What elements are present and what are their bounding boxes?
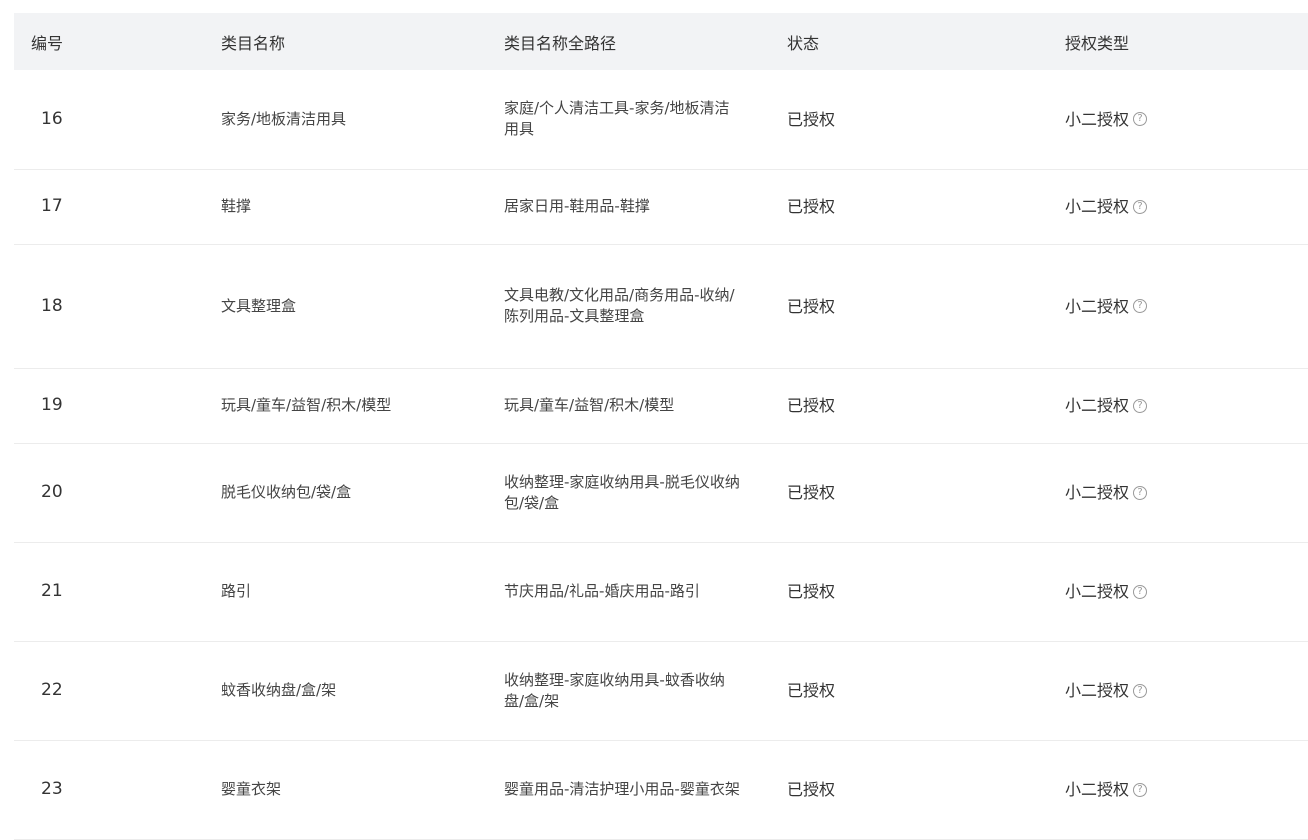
row-category-path: 收纳整理-家庭收纳用具-脱毛仪收纳包/袋/盒 <box>504 472 740 512</box>
table-header-row: 编号 类目名称 类目名称全路径 状态 授权类型 <box>14 13 1308 70</box>
row-id: 18 <box>41 295 63 316</box>
header-category-path: 类目名称全路径 <box>504 33 617 53</box>
row-auth-type: 小二授权 <box>1065 582 1130 601</box>
row-auth-type: 小二授权 <box>1065 681 1130 700</box>
table-row: 16 家务/地板清洁用具 家庭/个人清洁工具-家务/地板清洁用具 已授权 小二授… <box>14 70 1308 169</box>
row-auth-type: 小二授权 <box>1065 780 1130 799</box>
row-status: 已授权 <box>787 197 836 216</box>
question-circle-icon[interactable]: ? <box>1133 584 1148 599</box>
table-row: 18 文具整理盒 文具电教/文化用品/商务用品-收纳/陈列用品-文具整理盒 已授… <box>14 244 1308 368</box>
row-auth-type: 小二授权 <box>1065 396 1130 415</box>
row-status: 已授权 <box>787 109 836 129</box>
row-category-name: 路引 <box>221 582 252 600</box>
header-status: 状态 <box>787 33 820 53</box>
table-row: 22 蚊香收纳盘/盒/架 收纳整理-家庭收纳用具-蚊香收纳盘/盒/架 已授权 小… <box>14 641 1308 740</box>
row-category-name: 脱毛仪收纳包/袋/盒 <box>221 483 352 501</box>
row-category-path: 节庆用品/礼品-婚庆用品-路引 <box>504 582 700 600</box>
row-category-path: 收纳整理-家庭收纳用具-蚊香收纳盘/盒/架 <box>504 670 725 710</box>
row-auth-type-cell: 小二授权 ? <box>1048 740 1308 839</box>
table-row: 23 婴童衣架 婴童用品-清洁护理小用品-婴童衣架 已授权 小二授权 ? <box>14 740 1308 839</box>
row-auth-type-cell: 小二授权 ? <box>1048 244 1308 368</box>
question-circle-icon[interactable]: ? <box>1133 112 1148 127</box>
row-category-path: 婴童用品-清洁护理小用品-婴童衣架 <box>504 780 740 798</box>
row-category-name: 鞋撑 <box>221 197 252 215</box>
row-category-name: 婴童衣架 <box>221 780 282 798</box>
category-table: 编号 类目名称 类目名称全路径 状态 授权类型 16 家务/地板清洁用具 家庭/… <box>14 13 1308 840</box>
question-circle-icon[interactable]: ? <box>1133 485 1148 500</box>
category-table-container: 编号 类目名称 类目名称全路径 状态 授权类型 16 家务/地板清洁用具 家庭/… <box>14 13 1308 840</box>
row-id: 16 <box>41 108 63 129</box>
question-circle-icon[interactable]: ? <box>1133 398 1148 413</box>
row-category-path: 家庭/个人清洁工具-家务/地板清洁用具 <box>504 99 730 139</box>
question-circle-icon[interactable]: ? <box>1133 199 1148 214</box>
row-status: 已授权 <box>787 296 836 316</box>
row-id: 19 <box>41 395 63 415</box>
row-auth-type-cell: 小二授权 ? <box>1048 542 1308 641</box>
row-auth-type-cell: 小二授权 ? <box>1048 169 1308 244</box>
table-row: 19 玩具/童车/益智/积木/模型 玩具/童车/益智/积木/模型 已授权 小二授… <box>14 368 1308 443</box>
row-category-name: 文具整理盒 <box>221 296 297 315</box>
header-id: 编号 <box>31 33 64 53</box>
row-id: 20 <box>41 482 63 502</box>
table-row: 17 鞋撑 居家日用-鞋用品-鞋撑 已授权 小二授权 ? <box>14 169 1308 244</box>
question-circle-icon[interactable]: ? <box>1133 299 1148 313</box>
row-auth-type-cell: 小二授权 ? <box>1048 641 1308 740</box>
table-row: 21 路引 节庆用品/礼品-婚庆用品-路引 已授权 小二授权 ? <box>14 542 1308 641</box>
row-status: 已授权 <box>787 780 836 799</box>
row-auth-type-cell: 小二授权 ? <box>1048 368 1308 443</box>
row-auth-type-cell: 小二授权 ? <box>1048 443 1308 542</box>
row-status: 已授权 <box>787 681 836 700</box>
question-circle-icon[interactable]: ? <box>1133 782 1148 797</box>
row-id: 17 <box>41 196 63 216</box>
row-status: 已授权 <box>787 483 836 502</box>
row-category-name: 蚊香收纳盘/盒/架 <box>221 681 337 699</box>
row-status: 已授权 <box>787 396 836 415</box>
row-id: 22 <box>41 680 63 700</box>
row-id: 23 <box>41 779 63 799</box>
header-category-name: 类目名称 <box>221 33 286 53</box>
row-category-name: 玩具/童车/益智/积木/模型 <box>221 396 392 414</box>
row-category-path: 文具电教/文化用品/商务用品-收纳/陈列用品-文具整理盒 <box>504 286 735 325</box>
question-circle-icon[interactable]: ? <box>1133 683 1148 698</box>
row-status: 已授权 <box>787 582 836 601</box>
table-row: 20 脱毛仪收纳包/袋/盒 收纳整理-家庭收纳用具-脱毛仪收纳包/袋/盒 已授权… <box>14 443 1308 542</box>
row-id: 21 <box>41 581 63 601</box>
row-category-path: 居家日用-鞋用品-鞋撑 <box>504 197 650 215</box>
row-category-name: 家务/地板清洁用具 <box>221 109 347 128</box>
row-auth-type-cell: 小二授权 ? <box>1048 70 1308 169</box>
row-auth-type: 小二授权 <box>1065 109 1130 129</box>
header-auth-type: 授权类型 <box>1065 33 1130 53</box>
row-category-path: 玩具/童车/益智/积木/模型 <box>504 396 675 414</box>
row-auth-type: 小二授权 <box>1065 483 1130 502</box>
row-auth-type: 小二授权 <box>1065 296 1130 316</box>
row-auth-type: 小二授权 <box>1065 197 1130 216</box>
